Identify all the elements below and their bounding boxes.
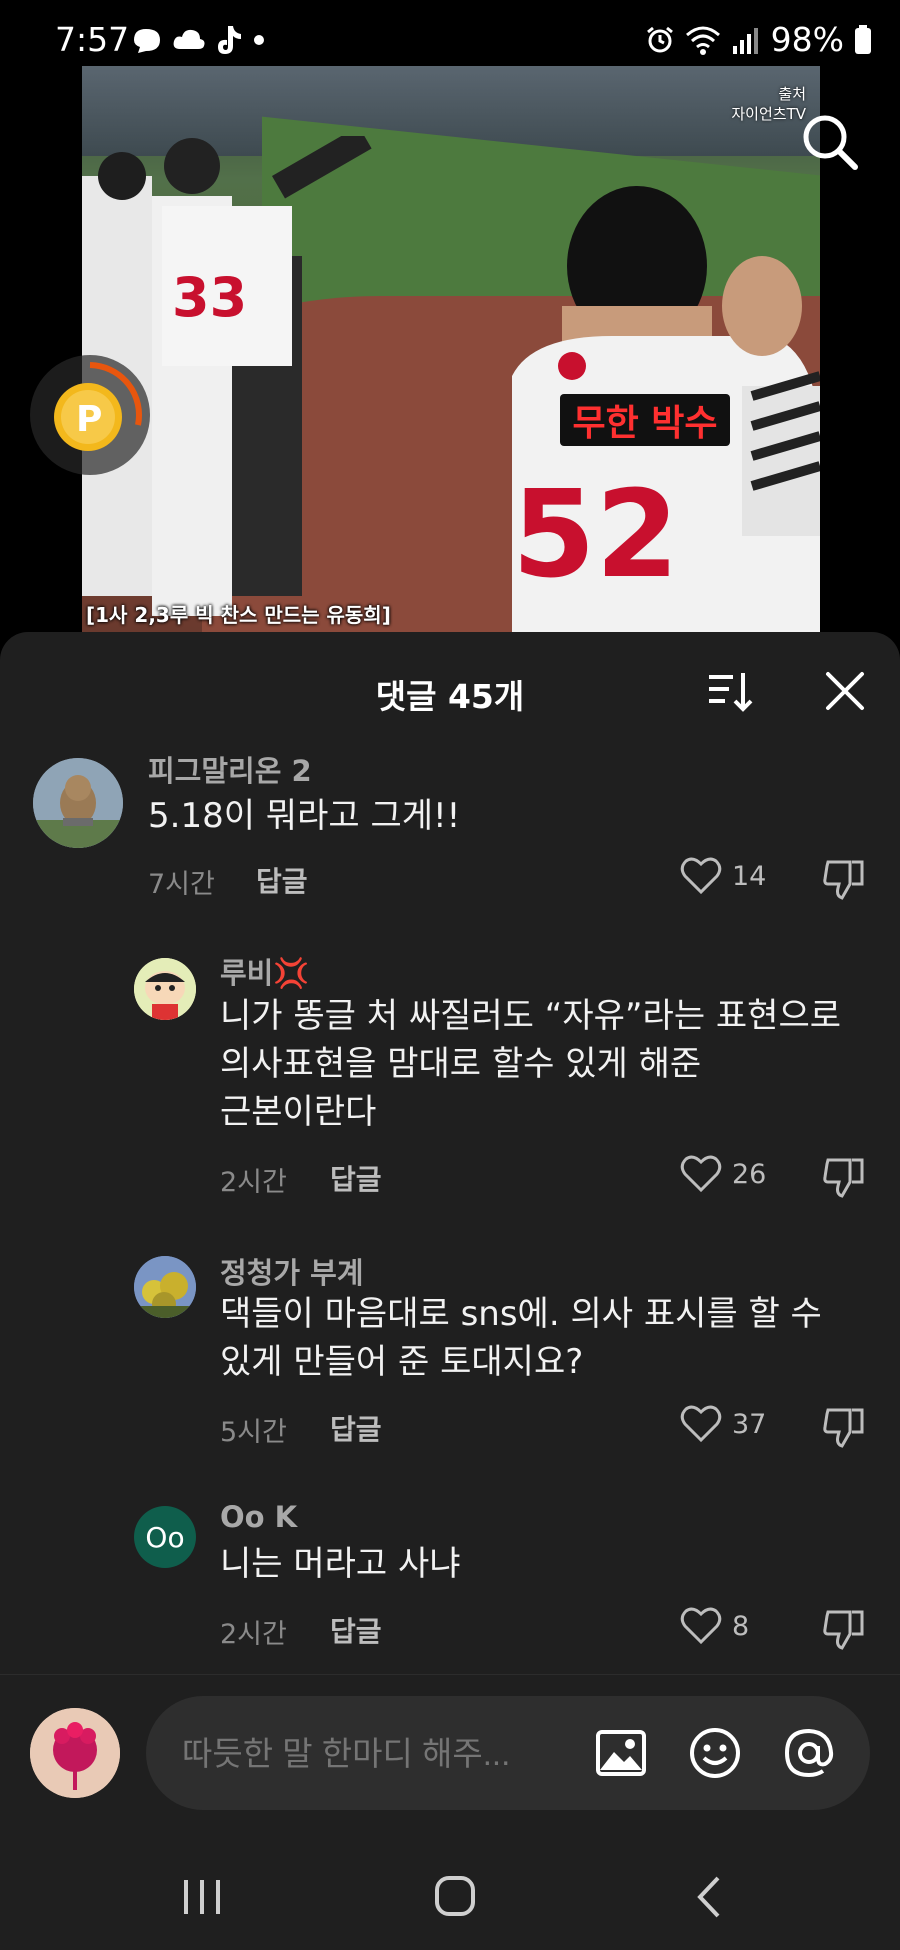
- avatar[interactable]: [134, 1256, 196, 1318]
- close-icon[interactable]: [822, 668, 868, 714]
- emoji-icon[interactable]: [688, 1726, 742, 1780]
- like-count: 14: [732, 860, 767, 892]
- coin-icon: P: [54, 362, 142, 451]
- video-player[interactable]: 33 52 무한 박수 출처 자이언츠TV [1사 2,3루 빅 찬스 만드는 …: [0, 0, 900, 640]
- dislike-icon[interactable]: [822, 856, 868, 902]
- my-avatar[interactable]: [30, 1708, 120, 1798]
- like-count: 26: [732, 1158, 767, 1190]
- app-notification-icon: [134, 29, 160, 53]
- flowers-avatar-icon: [134, 1256, 196, 1318]
- reply-button[interactable]: 답글: [256, 860, 308, 900]
- comment-username[interactable]: 루비💢: [220, 950, 309, 992]
- dislike-icon[interactable]: [822, 1606, 868, 1652]
- comment-text-line: 댁들이 마음대로 sns에. 의사 표시를 할 수: [220, 1294, 822, 1334]
- like-count: 8: [732, 1610, 750, 1642]
- more-notifications-dot-icon: [254, 35, 264, 45]
- reply-button[interactable]: 답글: [330, 1158, 382, 1198]
- flower-avatar-icon: [30, 1708, 120, 1798]
- comment-text: 5.18이 뭐라고 그게!!: [148, 796, 461, 836]
- signal-icon: [732, 27, 758, 54]
- comment-username[interactable]: 정청가 부계: [220, 1250, 364, 1292]
- home-icon[interactable]: [425, 1872, 485, 1922]
- like-button[interactable]: 8: [680, 1606, 749, 1646]
- comment-time: 2시간: [220, 1619, 287, 1650]
- like-count: 37: [732, 1408, 767, 1440]
- comment-text-line: 의사표현을 맘대로 할수 있게 해준: [220, 1044, 702, 1084]
- battery-percent: 98%: [770, 20, 844, 59]
- comment-username[interactable]: Oo K: [220, 1500, 297, 1534]
- comment-text-line: 근본이란다: [220, 1092, 377, 1132]
- comments-title: 댓글 45개: [375, 677, 525, 716]
- heart-icon: [680, 857, 722, 895]
- tiktok-icon: [218, 26, 241, 54]
- heart-icon: [680, 1405, 722, 1443]
- dislike-icon[interactable]: [822, 1404, 868, 1450]
- like-button[interactable]: 37: [680, 1404, 766, 1444]
- video-source-tag: 출처 자이언츠TV: [731, 84, 806, 124]
- status-bar: 7:57 98%: [0, 0, 900, 80]
- search-icon[interactable]: [800, 112, 860, 172]
- mention-icon[interactable]: [782, 1726, 836, 1780]
- sort-icon[interactable]: [705, 667, 753, 715]
- recent-apps-icon[interactable]: [172, 1872, 232, 1922]
- video-caption: 무한 박수: [560, 394, 730, 446]
- comment-input[interactable]: [180, 1696, 609, 1812]
- wifi-icon: [685, 26, 720, 55]
- comment-time: 5시간: [220, 1417, 287, 1448]
- video-subtitle: [1사 2,3루 빅 찬스 만드는 유동희]: [86, 603, 391, 627]
- comment-composer[interactable]: [146, 1696, 870, 1812]
- avatar[interactable]: Oo: [134, 1506, 196, 1568]
- comment-text-line: 있게 만들어 준 토대지요?: [220, 1342, 584, 1382]
- system-nav-bar: [0, 1840, 900, 1950]
- heart-icon: [680, 1155, 722, 1193]
- source-channel: 자이언츠TV: [731, 105, 806, 123]
- image-icon[interactable]: [594, 1726, 648, 1780]
- like-button[interactable]: 26: [680, 1154, 766, 1194]
- reward-coin-button[interactable]: P: [30, 355, 150, 475]
- reply-button[interactable]: 답글: [330, 1408, 382, 1448]
- comment-text-line: 니가 똥글 처 싸질러도 “자유”라는 표현으로: [220, 996, 842, 1036]
- alarm-icon: [646, 26, 673, 52]
- cloud-icon: [173, 29, 205, 49]
- svg-text:52: 52: [512, 466, 679, 605]
- comment-time: 2시간: [220, 1167, 287, 1198]
- comment-username[interactable]: 피그말리온 2: [148, 748, 312, 790]
- svg-text:P: P: [76, 399, 102, 440]
- cartoon-boy-avatar-icon: [134, 958, 196, 1020]
- lion-statue-avatar-icon: [33, 758, 123, 848]
- status-time: 7:57: [55, 20, 130, 59]
- battery-icon: [855, 24, 871, 54]
- notification-icons: [130, 22, 266, 58]
- svg-text:33: 33: [172, 266, 247, 329]
- reply-button[interactable]: 답글: [330, 1610, 382, 1650]
- comment-time: 7시간: [148, 869, 215, 900]
- dislike-icon[interactable]: [822, 1154, 868, 1200]
- like-button[interactable]: 14: [680, 856, 766, 896]
- status-right-icons: 98%: [645, 20, 872, 59]
- avatar[interactable]: [33, 758, 123, 848]
- back-icon[interactable]: [680, 1872, 740, 1922]
- composer-divider: [0, 1674, 900, 1675]
- video-frame[interactable]: 33 52 무한 박수 출처 자이언츠TV [1사 2,3루 빅 찬스 만드는 …: [82, 66, 820, 632]
- heart-icon: [680, 1607, 722, 1645]
- avatar[interactable]: [134, 958, 196, 1020]
- source-label: 출처: [778, 85, 806, 103]
- comment-text: 니는 머라고 사냐: [220, 1544, 461, 1584]
